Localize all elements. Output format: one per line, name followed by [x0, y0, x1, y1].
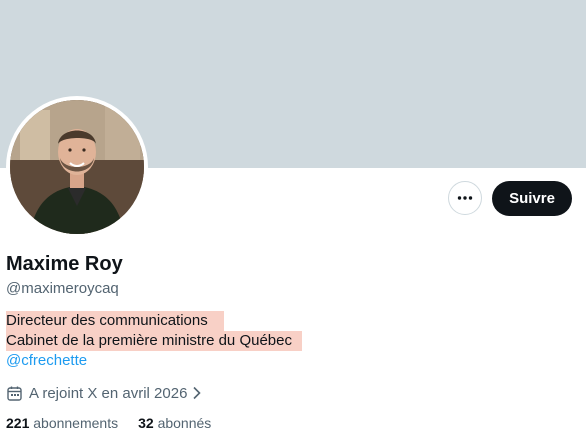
profile-page: Suivre Maxime Roy @maximeroycaq Directeu…: [0, 0, 586, 441]
followers-count: 32: [138, 415, 154, 431]
bio-line-2: Cabinet de la première ministre du Québe…: [6, 331, 302, 351]
calendar-icon: [6, 385, 23, 402]
avatar-photo: [10, 100, 144, 234]
following-count: 221: [6, 415, 30, 431]
followers-link[interactable]: 32 abonnés: [138, 415, 211, 431]
profile-handle: @maximeroycaq: [6, 280, 119, 297]
following-label: abonnements: [33, 415, 119, 431]
profile-name: Maxime Roy: [6, 253, 123, 275]
bio-mention-link[interactable]: @cfrechette: [6, 351, 87, 371]
following-link[interactable]: 221 abonnements: [6, 415, 118, 431]
followers-label: abonnés: [157, 415, 212, 431]
chevron-right-icon: [191, 386, 203, 400]
more-options-button[interactable]: [448, 181, 482, 215]
follow-button[interactable]: Suivre: [492, 181, 572, 216]
joined-date-row[interactable]: A rejoint X en avril 2026: [6, 383, 203, 403]
avatar[interactable]: [10, 100, 144, 234]
avatar-border: [6, 96, 148, 238]
bio-line-1: Directeur des communications: [6, 311, 224, 331]
profile-stats: 221 abonnements 32 abonnés: [6, 415, 231, 431]
more-horizontal-icon: [457, 196, 473, 200]
joined-date-text: A rejoint X en avril 2026: [29, 384, 188, 402]
